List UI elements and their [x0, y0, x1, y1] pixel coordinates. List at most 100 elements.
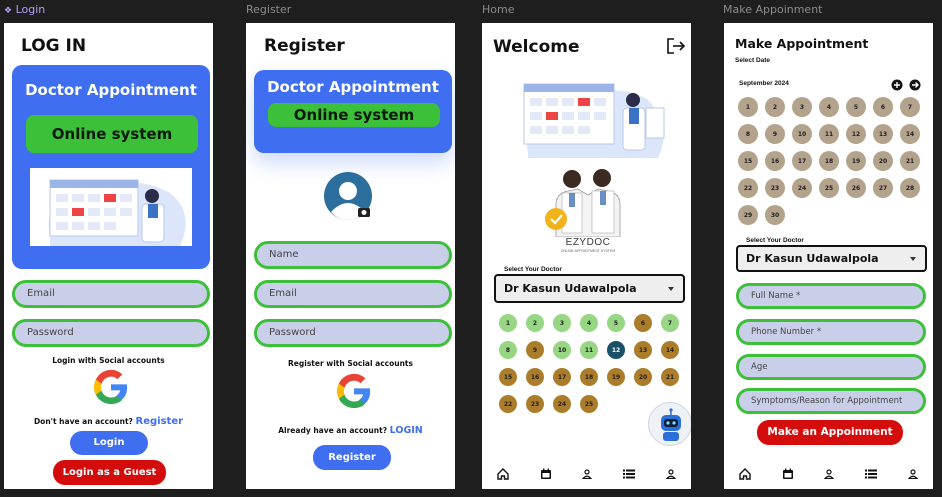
date-chip[interactable]: 20	[873, 151, 893, 171]
frame-label-appointment[interactable]: Make Appoinment	[723, 3, 823, 16]
list-icon[interactable]	[865, 469, 878, 479]
register-link[interactable]: Register	[136, 416, 184, 427]
date-chip[interactable]: 12	[846, 124, 866, 144]
date-chip[interactable]: 12	[607, 341, 625, 359]
date-chip[interactable]: 14	[661, 341, 679, 359]
date-chip[interactable]: 18	[580, 368, 598, 386]
date-chip[interactable]: 30	[765, 205, 785, 225]
date-chip[interactable]: 7	[661, 314, 679, 332]
frame-label-login[interactable]: ❖ Login	[4, 3, 45, 16]
hero-subtitle: Online system	[268, 103, 440, 127]
date-chip[interactable]: 20	[634, 368, 652, 386]
person-icon[interactable]	[907, 469, 918, 479]
frame-label-home[interactable]: Home	[482, 3, 514, 16]
date-chip[interactable]: 3	[553, 314, 571, 332]
date-chip[interactable]: 9	[765, 124, 785, 144]
date-chip[interactable]: 3	[792, 97, 812, 117]
email-field[interactable]: Email	[254, 280, 452, 308]
prev-month-icon[interactable]	[891, 78, 903, 91]
date-chip[interactable]: 23	[526, 395, 544, 413]
date-chip[interactable]: 1	[499, 314, 517, 332]
date-chip[interactable]: 4	[580, 314, 598, 332]
date-chip[interactable]: 6	[634, 314, 652, 332]
date-chip[interactable]: 15	[738, 151, 758, 171]
date-chip[interactable]: 28	[900, 178, 920, 198]
phone-field[interactable]: Phone Number *	[736, 319, 926, 345]
date-chip[interactable]: 10	[792, 124, 812, 144]
frame-label-text: Login	[15, 3, 46, 16]
date-chip[interactable]: 11	[580, 341, 598, 359]
date-chip[interactable]: 5	[607, 314, 625, 332]
doctor-select[interactable]: Dr Kasun Udawalpola	[736, 245, 927, 272]
page-title: Make Appointment	[735, 36, 869, 51]
date-chip[interactable]: 27	[873, 178, 893, 198]
person-icon[interactable]	[665, 469, 676, 479]
date-chip[interactable]: 21	[900, 151, 920, 171]
login-button[interactable]: Login	[70, 431, 148, 455]
date-chip[interactable]: 26	[846, 178, 866, 198]
date-chip[interactable]: 22	[738, 178, 758, 198]
list-icon[interactable]	[623, 469, 636, 479]
date-chip[interactable]: 17	[553, 368, 571, 386]
guest-login-button[interactable]: Login as a Guest	[53, 460, 166, 485]
age-field[interactable]: Age	[736, 354, 926, 380]
home-icon[interactable]	[739, 468, 751, 480]
next-month-icon[interactable]	[909, 78, 921, 91]
robot-chatbot-icon[interactable]	[648, 402, 691, 446]
date-chip[interactable]: 15	[499, 368, 517, 386]
full-name-field[interactable]: Full Name *	[736, 283, 926, 309]
date-chip[interactable]: 19	[846, 151, 866, 171]
date-chip[interactable]: 13	[634, 341, 652, 359]
google-g-icon[interactable]	[92, 368, 130, 406]
name-field[interactable]: Name	[254, 241, 452, 269]
chevron-down-icon	[668, 286, 674, 291]
date-chip[interactable]: 19	[607, 368, 625, 386]
date-chip[interactable]: 23	[765, 178, 785, 198]
logout-icon[interactable]	[666, 37, 686, 55]
date-chip[interactable]: 21	[661, 368, 679, 386]
date-chip[interactable]: 9	[526, 341, 544, 359]
select-doctor-label: Select Your Doctor	[504, 266, 562, 273]
date-chip[interactable]: 18	[819, 151, 839, 171]
user-avatar-camera-icon[interactable]	[322, 172, 374, 224]
password-field[interactable]: Password	[254, 319, 452, 347]
date-chip[interactable]: 11	[819, 124, 839, 144]
date-chip[interactable]: 5	[846, 97, 866, 117]
password-field[interactable]: Password	[12, 319, 210, 347]
date-chip[interactable]: 24	[792, 178, 812, 198]
date-chip[interactable]: 8	[738, 124, 758, 144]
date-chip[interactable]: 4	[819, 97, 839, 117]
date-chip[interactable]: 16	[526, 368, 544, 386]
google-g-icon[interactable]	[335, 372, 373, 410]
date-chip[interactable]: 13	[873, 124, 893, 144]
date-chip[interactable]: 14	[900, 124, 920, 144]
date-chip[interactable]: 22	[499, 395, 517, 413]
frame-label-register[interactable]: Register	[246, 3, 291, 16]
date-chip[interactable]: 7	[900, 97, 920, 117]
symptoms-field[interactable]: Symptoms/Reason for Appointment	[736, 388, 926, 414]
date-chip[interactable]: 17	[792, 151, 812, 171]
date-chip[interactable]: 2	[526, 314, 544, 332]
design-canvas: ❖ Login Register Home Make Appoinment LO…	[0, 0, 942, 497]
date-chip[interactable]: 2	[765, 97, 785, 117]
profile-icon[interactable]	[824, 469, 835, 479]
date-chip[interactable]: 25	[580, 395, 598, 413]
date-chip[interactable]: 8	[499, 341, 517, 359]
date-chip[interactable]: 6	[873, 97, 893, 117]
date-chip[interactable]: 1	[738, 97, 758, 117]
profile-icon[interactable]	[582, 469, 593, 479]
date-chip[interactable]: 25	[819, 178, 839, 198]
bottom-nav	[482, 459, 691, 489]
make-appointment-button[interactable]: Make an Appoinment	[757, 420, 903, 445]
doctor-select[interactable]: Dr Kasun Udawalpola	[494, 274, 685, 303]
calendar-icon[interactable]	[782, 468, 794, 480]
calendar-icon[interactable]	[540, 468, 552, 480]
register-button[interactable]: Register	[313, 445, 391, 470]
date-chip[interactable]: 16	[765, 151, 785, 171]
date-chip[interactable]: 10	[553, 341, 571, 359]
home-icon[interactable]	[497, 468, 509, 480]
date-chip[interactable]: 29	[738, 205, 758, 225]
login-link[interactable]: LOGIN	[390, 425, 423, 436]
email-field[interactable]: Email	[12, 280, 210, 308]
date-chip[interactable]: 24	[553, 395, 571, 413]
